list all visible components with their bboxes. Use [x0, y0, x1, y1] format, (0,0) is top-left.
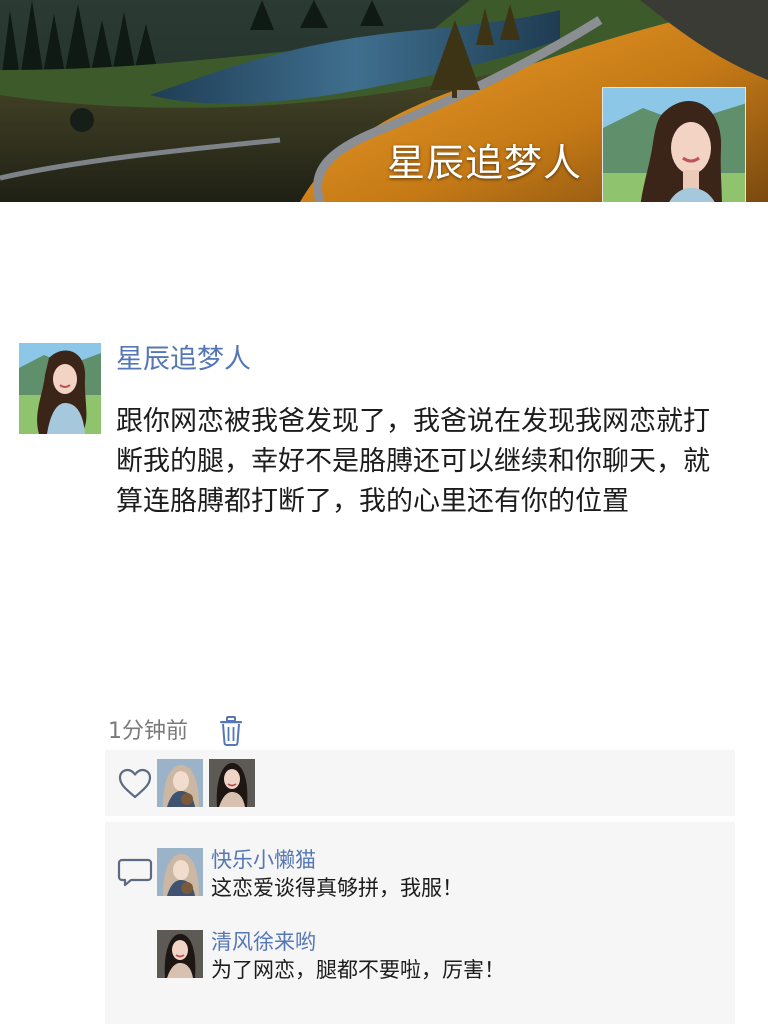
- comment-avatar[interactable]: [157, 930, 203, 978]
- cover-profile-name: 星辰追梦人: [386, 141, 582, 185]
- comment-icon[interactable]: [115, 852, 155, 892]
- post-author-name[interactable]: 星辰追梦人: [116, 340, 251, 380]
- post-author-avatar[interactable]: [19, 343, 101, 434]
- trash-icon: [220, 716, 242, 746]
- woman-portrait-avatar: [209, 759, 255, 807]
- like-avatar-1[interactable]: [157, 759, 203, 807]
- anime-girl-avatar: [157, 848, 203, 896]
- comment-author-name[interactable]: 快乐小懒猫: [211, 846, 316, 874]
- comment-avatar[interactable]: [157, 848, 203, 896]
- comment-author-name[interactable]: 清风徐来哟: [211, 928, 316, 956]
- likes-panel: [105, 750, 735, 816]
- woman-portrait-image: [603, 88, 745, 202]
- delete-post-button[interactable]: [219, 716, 243, 746]
- comment-text: 这恋爱谈得真够拼，我服！: [211, 876, 463, 900]
- comment-text: 为了网恋，腿都不要啦，厉害！: [211, 958, 505, 982]
- like-avatar-2[interactable]: [209, 759, 255, 807]
- heart-icon[interactable]: [115, 764, 155, 804]
- profile-cover[interactable]: 星辰追梦人: [0, 0, 768, 202]
- woman-portrait-avatar: [157, 930, 203, 978]
- woman-portrait-image: [19, 343, 101, 434]
- comments-panel: 快乐小懒猫 这恋爱谈得真够拼，我服！ 清风徐来哟 为了网恋，腿都不要啦，厉害！: [105, 822, 735, 1024]
- post-text: 跟你网恋被我爸发现了，我爸说在发现我网恋就打断我的腿，幸好不是胳膊还可以继续和你…: [116, 406, 710, 517]
- post-timestamp: 1分钟前: [108, 719, 188, 744]
- profile-avatar[interactable]: [602, 87, 746, 202]
- anime-girl-avatar: [157, 759, 203, 807]
